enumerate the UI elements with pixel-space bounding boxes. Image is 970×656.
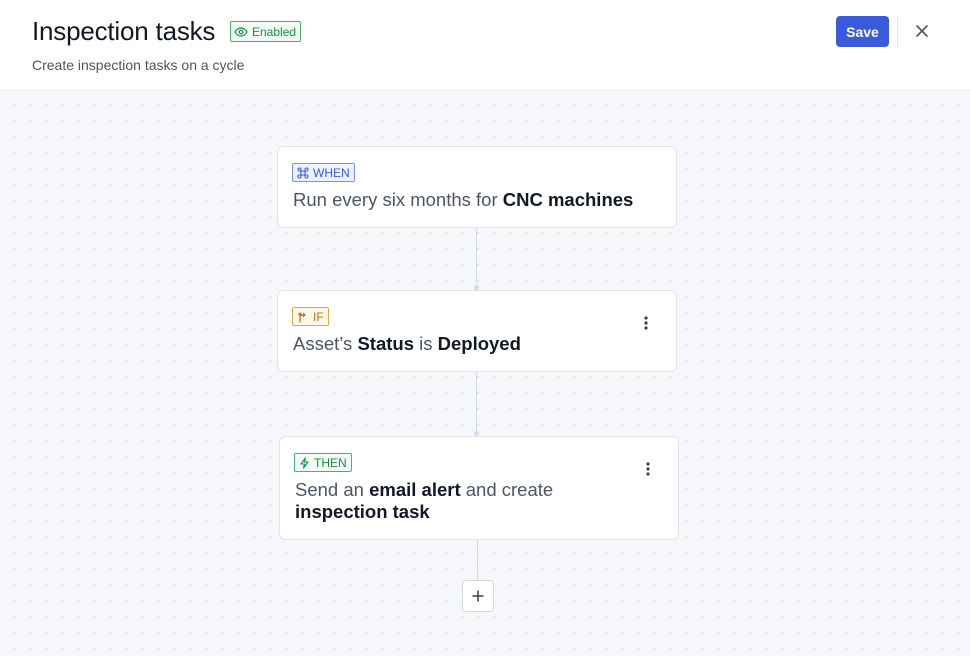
more-vertical-icon <box>644 316 648 330</box>
if-text-2: is <box>413 333 438 354</box>
then-tag: THEN <box>294 453 352 472</box>
if-tag-label: IF <box>313 309 324 324</box>
if-condition-card[interactable]: IF Asset’s Status is Deployed <box>277 290 677 372</box>
command-icon <box>297 166 309 179</box>
then-more-button[interactable] <box>642 459 654 479</box>
connector-line <box>476 228 477 290</box>
page-subtitle: Create inspection tasks on a cycle <box>32 57 245 73</box>
lightning-icon <box>299 456 310 469</box>
then-text-2: and create <box>460 479 554 500</box>
then-description: Send an email alert and create inspectio… <box>295 479 578 523</box>
when-trigger-card[interactable]: WHEN Run every six months for CNC machin… <box>277 146 677 228</box>
save-button[interactable]: Save <box>836 16 889 47</box>
branch-icon <box>297 311 309 323</box>
then-tag-label: THEN <box>314 455 347 470</box>
connector-line <box>476 372 477 436</box>
header-divider <box>897 15 898 48</box>
if-description: Asset’s Status is Deployed <box>293 333 636 355</box>
when-tag-label: WHEN <box>313 165 350 180</box>
then-action-card[interactable]: THEN Send an email alert and create insp… <box>279 436 679 540</box>
more-vertical-icon <box>646 462 650 476</box>
when-description: Run every six months for CNC machines <box>293 189 636 211</box>
then-action-1[interactable]: email alert <box>369 479 461 500</box>
when-asset-type[interactable]: CNC machines <box>503 189 634 210</box>
when-text: Run every six months for <box>293 189 503 210</box>
then-text-1: Send an <box>295 479 370 500</box>
eye-icon <box>234 26 248 37</box>
if-text-1: Asset’s <box>293 333 358 354</box>
if-more-button[interactable] <box>640 313 652 333</box>
page-header: Inspection tasks Enabled Create inspecti… <box>0 0 970 91</box>
plus-icon <box>472 590 484 602</box>
status-badge: Enabled <box>230 21 302 42</box>
close-icon <box>915 24 929 38</box>
if-value[interactable]: Deployed <box>438 333 521 354</box>
close-button[interactable] <box>911 20 933 42</box>
page-title: Inspection tasks <box>32 16 216 46</box>
flow-canvas: WHEN Run every six months for CNC machin… <box>0 91 970 656</box>
if-field[interactable]: Status <box>357 333 414 354</box>
add-step-button[interactable] <box>462 580 494 612</box>
connector-line <box>477 540 478 580</box>
when-tag: WHEN <box>292 163 355 182</box>
if-tag: IF <box>292 307 329 326</box>
then-action-2[interactable]: inspection task <box>295 501 430 522</box>
status-badge-label: Enabled <box>252 24 297 39</box>
